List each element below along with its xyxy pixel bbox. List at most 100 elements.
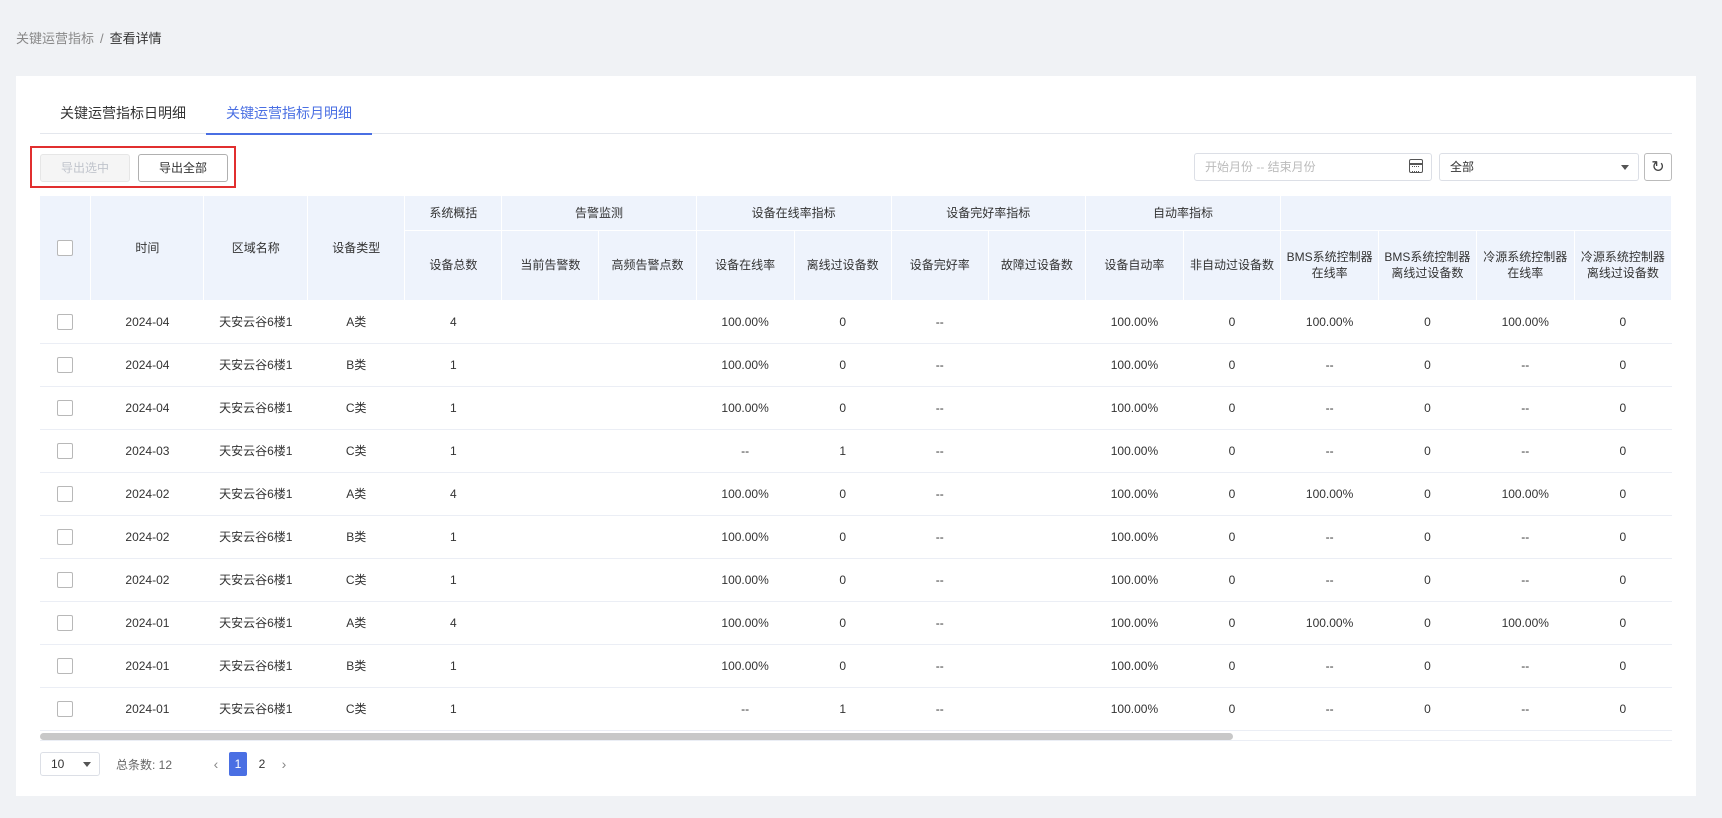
refresh-icon: ↻: [1651, 159, 1665, 176]
row-checkbox[interactable]: [57, 614, 74, 631]
table-cell: 天安云谷6楼1: [203, 343, 308, 387]
prev-page-icon[interactable]: ‹: [206, 756, 226, 772]
row-select-cell[interactable]: [40, 343, 91, 387]
table-row[interactable]: 2024-01 天安云谷6楼1 B类 1 100.00% 0 -- 100.00% 0 -- 0 --…: [40, 644, 1672, 688]
table-row[interactable]: 2024-02 天安云谷6楼1 B类 1 100.00% 0 -- 100.00% 0 -- 0 --…: [40, 515, 1672, 559]
page-size-select[interactable]: 10: [40, 752, 100, 776]
table-cell: 0: [1378, 601, 1477, 645]
subheader-col-12: 冷源系统控制器离线过设备数: [1574, 230, 1672, 301]
table-row[interactable]: 2024-02 天安云谷6楼1 A类 4 100.00% 0 -- 100.00% 0 100.0…: [40, 472, 1672, 516]
row-checkbox[interactable]: [57, 528, 74, 545]
table-cell: 100.00%: [696, 300, 795, 344]
tab-monthly-detail[interactable]: 关键运营指标月明细: [206, 96, 372, 135]
row-select-cell[interactable]: [40, 644, 91, 688]
table-cell: 0: [1378, 429, 1477, 473]
page-size-value: 10: [51, 757, 65, 771]
horizontal-scrollbar[interactable]: [40, 733, 1233, 740]
page-2-button[interactable]: 2: [253, 752, 271, 776]
row-select-cell[interactable]: [40, 429, 91, 473]
row-checkbox[interactable]: [57, 571, 74, 588]
refresh-button[interactable]: ↻: [1644, 153, 1672, 181]
table-row[interactable]: 2024-04 天安云谷6楼1 C类 1 100.00% 0 -- 100.00% 0 -- 0 --…: [40, 386, 1672, 430]
table-cell: 1: [404, 687, 502, 731]
table-cell: --: [696, 429, 795, 473]
table-row[interactable]: 2024-04 天安云谷6楼1 B类 1 100.00% 0 -- 100.00% 0 -- 0 --…: [40, 343, 1672, 387]
table-cell: 0: [1183, 601, 1281, 645]
row-select-cell[interactable]: [40, 515, 91, 559]
table-cell: 100.00%: [1476, 601, 1575, 645]
row-checkbox[interactable]: [57, 399, 74, 416]
row-checkbox[interactable]: [57, 442, 74, 459]
table-cell: [598, 558, 697, 602]
row-select-cell[interactable]: [40, 472, 91, 516]
table-cell: [501, 300, 599, 344]
next-page-icon[interactable]: ›: [274, 756, 294, 772]
table-cell: 2024-01: [90, 687, 204, 731]
table-cell: 2024-02: [90, 472, 204, 516]
table-cell: [988, 558, 1086, 602]
type-filter-value: 全部: [1450, 160, 1475, 174]
table-cell: 0: [1574, 343, 1672, 387]
table-cell: 1: [404, 343, 502, 387]
table-cell: 1: [404, 515, 502, 559]
table-row[interactable]: 2024-03 天安云谷6楼1 C类 1 -- 1 -- 100.00% 0 -- 0 -- 0: [40, 429, 1672, 473]
month-range-picker[interactable]: 开始月份 -- 结束月份: [1194, 153, 1432, 181]
row-select-cell[interactable]: [40, 687, 91, 731]
table-cell: 2024-01: [90, 644, 204, 688]
table-row[interactable]: 2024-01 天安云谷6楼1 C类 1 -- 1 -- 100.00% 0 -- 0 -- 0: [40, 687, 1672, 731]
row-checkbox[interactable]: [57, 657, 74, 674]
table-cell: 0: [1378, 644, 1477, 688]
table-cell: [598, 687, 697, 731]
row-select-cell[interactable]: [40, 601, 91, 645]
table-cell: --: [1280, 644, 1379, 688]
table-cell: 天安云谷6楼1: [203, 472, 308, 516]
total-count: 总条数: 12: [116, 758, 173, 772]
table-cell: 0: [1574, 386, 1672, 430]
row-select-cell[interactable]: [40, 558, 91, 602]
row-select-cell[interactable]: [40, 386, 91, 430]
table-cell: 天安云谷6楼1: [203, 687, 308, 731]
table-cell: B类: [307, 644, 405, 688]
export-all-button[interactable]: 导出全部: [138, 154, 228, 182]
table-row[interactable]: 2024-01 天安云谷6楼1 A类 4 100.00% 0 -- 100.00% 0 100.0…: [40, 601, 1672, 645]
subheader-col-1: 当前告警数: [501, 230, 600, 301]
table-row[interactable]: 2024-02 天安云谷6楼1 C类 1 100.00% 0 -- 100.00% 0 -- 0 --…: [40, 558, 1672, 602]
table-cell: 100.00%: [696, 558, 795, 602]
row-select-cell[interactable]: [40, 300, 91, 344]
table-cell: 100.00%: [1085, 601, 1184, 645]
tab-daily-detail[interactable]: 关键运营指标日明细: [40, 96, 206, 134]
subheader-col-5: 设备完好率: [891, 230, 989, 301]
subheader-col-10: BMS系统控制器离线过设备数: [1378, 230, 1477, 301]
table-cell: --: [891, 601, 989, 645]
select-all-checkbox[interactable]: [57, 240, 74, 257]
subheader-col-6: 故障过设备数: [988, 230, 1086, 301]
export-selected-button[interactable]: 导出选中: [40, 154, 130, 182]
select-all-header[interactable]: [40, 196, 92, 301]
subheader-col-0: 设备总数: [404, 230, 503, 301]
table-cell: 0: [1183, 429, 1281, 473]
table-cell: 0: [1378, 300, 1477, 344]
row-checkbox[interactable]: [57, 700, 74, 717]
table-cell: 0: [1183, 558, 1281, 602]
table-cell: 0: [794, 601, 892, 645]
table-cell: [501, 601, 599, 645]
table-row[interactable]: 2024-04 天安云谷6楼1 A类 4 100.00% 0 -- 100.00% 0 100.0…: [40, 300, 1672, 344]
page-1-button[interactable]: 1: [229, 752, 247, 776]
tab-bar: 关键运营指标日明细 关键运营指标月明细: [40, 96, 1672, 135]
header-device-type: 设备类型: [307, 196, 406, 301]
type-filter-select[interactable]: 全部: [1439, 153, 1639, 181]
table-cell: [988, 601, 1086, 645]
row-checkbox[interactable]: [57, 485, 74, 502]
table-cell: [598, 429, 697, 473]
table-cell: 0: [1183, 386, 1281, 430]
breadcrumb-parent[interactable]: 关键运营指标: [16, 31, 94, 46]
table-cell: [598, 343, 697, 387]
table-cell: 0: [1378, 472, 1477, 516]
calendar-icon: [1409, 159, 1423, 173]
row-checkbox[interactable]: [57, 313, 74, 330]
table-cell: 0: [1574, 515, 1672, 559]
table-cell: --: [1280, 429, 1379, 473]
row-checkbox[interactable]: [57, 356, 74, 373]
table-cell: 0: [1183, 300, 1281, 344]
group-header-system: 系统概括: [404, 196, 503, 231]
